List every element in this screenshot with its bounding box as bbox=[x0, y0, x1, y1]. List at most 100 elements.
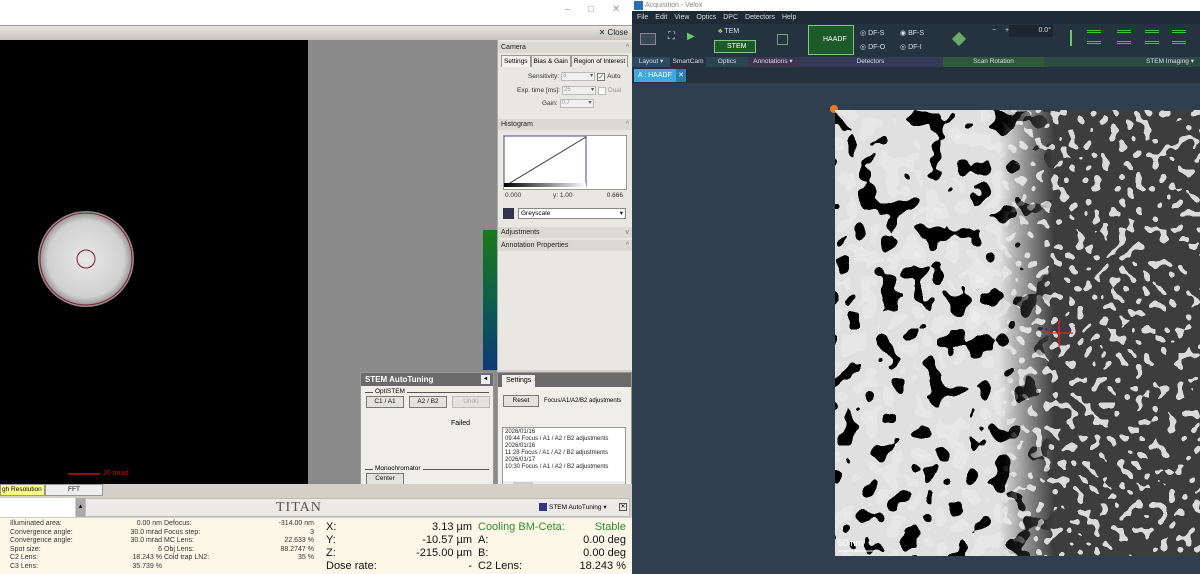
titan-header: TITAN STEM AutoTuning ▾ ✕ bbox=[85, 498, 630, 517]
scan-snapshot-icon[interactable] bbox=[1145, 30, 1159, 44]
status-value: 30.0 mrad bbox=[130, 537, 162, 545]
menu-bar: File Edit View Optics DPC Detectors Help bbox=[632, 11, 1200, 24]
colormap-icon[interactable] bbox=[503, 208, 514, 219]
hist-gamma: γ: 1.00 bbox=[553, 192, 573, 199]
tem-button[interactable]: ♣ TEM bbox=[718, 28, 739, 35]
tab-settings[interactable]: Settings bbox=[502, 375, 536, 387]
menu-optics[interactable]: Optics bbox=[696, 11, 716, 24]
status-label: Cold trap LN2: bbox=[164, 554, 210, 562]
group-layout[interactable]: Layout ▾ bbox=[632, 57, 670, 67]
reset-description: Focus/A1/A2/B2 adjustments bbox=[544, 398, 622, 404]
close-icon[interactable]: ✕ bbox=[619, 503, 627, 511]
close-window-button[interactable]: ✕ bbox=[612, 4, 620, 15]
gain-select[interactable]: 0.7 bbox=[559, 99, 594, 108]
haadf-image[interactable]: 50 nm bbox=[835, 110, 1200, 556]
menu-dpc[interactable]: DPC bbox=[723, 11, 738, 24]
tab-settings[interactable]: Settings bbox=[501, 55, 531, 67]
panel-toolbar: ✕ Close bbox=[0, 26, 632, 40]
reset-button[interactable]: Reset bbox=[503, 395, 539, 407]
annotation-properties-header[interactable]: Annotation Properties ^ bbox=[498, 240, 633, 251]
tab-region-of-interest[interactable]: Region of Interest bbox=[570, 55, 629, 67]
collapse-icon[interactable]: ◂ bbox=[481, 375, 490, 384]
title-bar: – □ ✕ bbox=[0, 0, 632, 26]
status-value: 18.243 % bbox=[579, 560, 626, 572]
autotuning-settings-panel: Settings Reset Focus/A1/A2/B2 adjustment… bbox=[497, 372, 632, 494]
view-tabs: gh Resolution FFT bbox=[0, 484, 632, 496]
sensitivity-select[interactable]: 8 bbox=[561, 72, 596, 81]
scan-acquire-icon[interactable] bbox=[1117, 30, 1131, 44]
stem-autotuning-panel: STEM AutoTuning ◂ OptiSTEM C1 / A1 A2 / B… bbox=[360, 372, 494, 494]
status-value: 3 bbox=[310, 528, 314, 536]
tab-high-resolution[interactable]: gh Resolution bbox=[0, 484, 45, 496]
status-label: Dose rate: bbox=[326, 560, 377, 572]
status-label: C2 Lens: bbox=[478, 560, 523, 572]
color-strip bbox=[483, 230, 497, 370]
status-value: - bbox=[468, 560, 472, 572]
scan-rotation-icon[interactable] bbox=[951, 31, 967, 47]
df-o-detector[interactable]: ◎ DF-O bbox=[860, 43, 885, 51]
title-bar: Acquisition - Velox bbox=[632, 0, 1200, 11]
group-stem-imaging[interactable]: STEM Imaging ▾ bbox=[1044, 57, 1200, 67]
histogram-plot[interactable] bbox=[503, 135, 627, 190]
status-label: C3 Lens: bbox=[10, 563, 39, 570]
scan-preview-icon[interactable] bbox=[1087, 30, 1101, 44]
adjustments-section-header[interactable]: Adjustments v bbox=[498, 227, 633, 238]
df-s-detector[interactable]: ◎ DF-S bbox=[860, 29, 884, 37]
annotation-icon[interactable] bbox=[777, 34, 788, 45]
chevron-up-icon: ^ bbox=[625, 121, 629, 128]
a2-b2-button[interactable]: A2 / B2 bbox=[409, 396, 447, 408]
smartcam-focus-icon[interactable]: ⛶ bbox=[668, 31, 675, 42]
stem-button[interactable]: STEM bbox=[714, 40, 756, 53]
camera-section-header[interactable]: Camera ^ bbox=[498, 42, 633, 53]
status-value: 35.739 % bbox=[132, 563, 162, 570]
auto-checkbox[interactable]: ✓ bbox=[597, 72, 606, 81]
autotuning-selector[interactable]: STEM AutoTuning ▾ bbox=[539, 502, 619, 514]
auto-label: Auto bbox=[607, 73, 621, 80]
c1-a1-button[interactable]: C1 / A1 bbox=[366, 396, 404, 408]
camera-settings-panel: Camera ^ Settings Bias & Gain Region of I… bbox=[497, 40, 633, 370]
close-tab-icon[interactable]: ✕ bbox=[676, 69, 686, 82]
section-title: Histogram bbox=[501, 121, 533, 128]
histogram-section-header[interactable]: Histogram ^ bbox=[498, 119, 633, 130]
status-label: Cooling BM-Ceta: bbox=[478, 521, 565, 533]
section-title: Adjustments bbox=[501, 229, 540, 236]
haadf-detector-button[interactable]: HAADF bbox=[808, 25, 854, 55]
maximize-button[interactable]: □ bbox=[588, 4, 594, 15]
menu-help[interactable]: Help bbox=[782, 11, 796, 24]
menu-file[interactable]: File bbox=[637, 11, 648, 24]
smartcam-binoculars-icon[interactable]: ▶ bbox=[687, 31, 695, 42]
df-i-detector[interactable]: ◎ DF-I bbox=[900, 43, 922, 51]
chevron-up-icon: ^ bbox=[625, 44, 629, 51]
monochromator-label: Monochromator bbox=[373, 465, 423, 472]
image-scale-label: 50 nm bbox=[838, 538, 864, 548]
status-value: 0.00 deg bbox=[583, 534, 626, 546]
rotation-minus-button[interactable]: − bbox=[992, 27, 996, 34]
layout-icon[interactable] bbox=[640, 33, 656, 45]
log-line: 2026/01/16 bbox=[505, 443, 536, 449]
group-scan-rotation: Scan Rotation bbox=[943, 57, 1044, 67]
tab-haadf[interactable]: A : HAADF ✕ bbox=[634, 69, 686, 82]
colormap-select[interactable]: Greyscale bbox=[518, 208, 626, 219]
menu-view[interactable]: View bbox=[674, 11, 689, 24]
status-value: 6 bbox=[158, 545, 162, 553]
scroll-up-button[interactable]: ▴ bbox=[76, 498, 85, 517]
tab-fft[interactable]: FFT bbox=[45, 484, 103, 496]
close-panel-button[interactable]: ✕ Close bbox=[599, 28, 628, 37]
dual-checkbox[interactable] bbox=[597, 86, 606, 95]
stem-imaging-pin-icon[interactable] bbox=[1070, 30, 1080, 46]
status-selector[interactable] bbox=[0, 498, 75, 517]
scan-record-icon[interactable] bbox=[1172, 30, 1186, 44]
tab-bias-gain[interactable]: Bias & Gain bbox=[530, 55, 571, 67]
camera-view[interactable]: 20 mrad bbox=[0, 40, 308, 484]
bf-s-detector[interactable]: ◉ BF-S bbox=[900, 29, 924, 37]
group-annotations[interactable]: Annotations ▾ bbox=[748, 57, 798, 67]
menu-edit[interactable]: Edit bbox=[655, 11, 667, 24]
undo-button[interactable]: Undo bbox=[452, 396, 490, 408]
minimize-button[interactable]: – bbox=[565, 4, 571, 15]
rotation-angle-input[interactable]: 0.0° bbox=[1009, 25, 1053, 37]
exp-time-select[interactable]: 25 bbox=[561, 86, 596, 95]
menu-detectors[interactable]: Detectors bbox=[745, 11, 775, 24]
status-value: -10.57 µm bbox=[422, 534, 472, 546]
ribbon-group-labels: Layout ▾ SmartCam Optics Annotations ▾ D… bbox=[632, 57, 1200, 67]
adjustment-log[interactable]: 2026/01/16 09:44 Focus / A1 / A2 / B2 ad… bbox=[502, 427, 626, 490]
